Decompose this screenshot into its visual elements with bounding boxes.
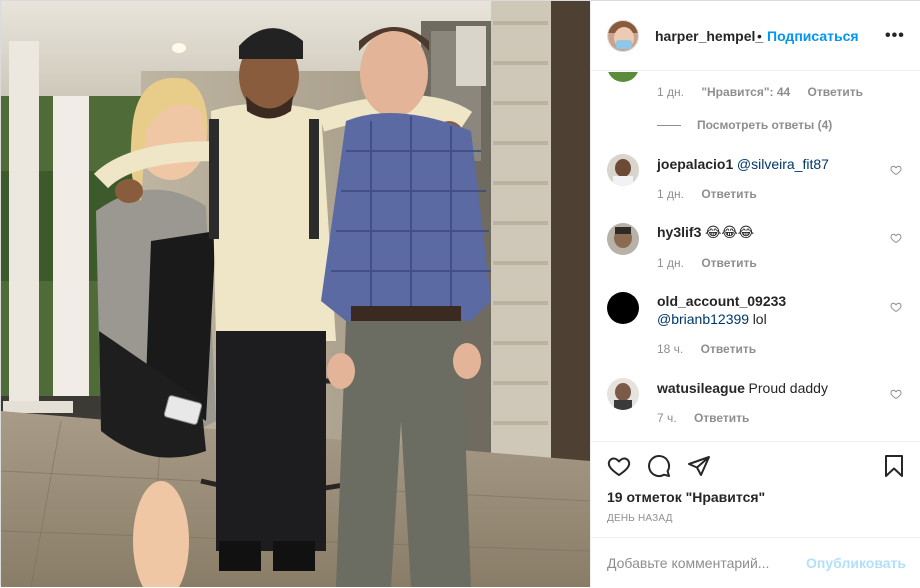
- comment-like-icon[interactable]: [890, 301, 902, 313]
- comment-icon[interactable]: [647, 454, 671, 478]
- comment-avatar[interactable]: [607, 154, 639, 186]
- heart-icon[interactable]: [607, 454, 631, 478]
- comment-like-icon[interactable]: [890, 164, 902, 176]
- replies-line-divider: [657, 125, 681, 127]
- comment-username[interactable]: joepalacio1: [657, 156, 733, 172]
- post-header: harper_hempel_ • Подписаться •••: [591, 1, 920, 71]
- comment-body: old_account_09233: [657, 293, 786, 309]
- comment-meta: 7 ч. Ответить: [657, 411, 749, 425]
- reply-button[interactable]: Ответить: [701, 256, 756, 270]
- author-avatar[interactable]: [607, 20, 639, 52]
- view-replies-label: Посмотреть ответы (4): [697, 118, 833, 132]
- comment-input[interactable]: [607, 552, 797, 574]
- comments-panel: harper_hempel_ • Подписаться ••• 1 дн. "…: [590, 1, 920, 587]
- comment-username[interactable]: watusileague: [657, 380, 745, 396]
- share-icon[interactable]: [687, 454, 711, 478]
- comment-time: 7 ч.: [657, 411, 677, 425]
- comment-avatar-image: [607, 154, 639, 186]
- post-dialog: harper_hempel_ • Подписаться ••• 1 дн. "…: [0, 0, 920, 587]
- comment-list: 1 дн. "Нравится": 44 Ответить Посмотреть…: [591, 72, 920, 440]
- post-photo: [1, 1, 590, 587]
- reply-button[interactable]: Ответить: [701, 342, 756, 356]
- comment-text: Proud daddy: [748, 380, 828, 396]
- comment-mention[interactable]: @silveira_fit87: [737, 156, 829, 172]
- comment-avatar-image: [607, 223, 639, 255]
- comment-meta: 1 дн. Ответить: [657, 256, 757, 270]
- comment-avatar-image: [607, 72, 639, 82]
- likes-count[interactable]: 19 отметок "Нравится": [607, 489, 765, 505]
- author-username[interactable]: harper_hempel_: [655, 28, 763, 44]
- comment-avatar[interactable]: [607, 292, 639, 324]
- publish-button[interactable]: Опубликовать: [806, 555, 906, 571]
- comment-text: 😂😂😂: [704, 224, 755, 240]
- follow-button[interactable]: Подписаться: [767, 28, 859, 44]
- comment-avatar[interactable]: [607, 72, 639, 82]
- photo-image: [1, 1, 590, 587]
- view-replies-button[interactable]: Посмотреть ответы (4): [657, 118, 832, 132]
- comment-meta: 1 дн. Ответить: [657, 187, 757, 201]
- more-options-icon[interactable]: •••: [885, 27, 905, 45]
- author-avatar-image: [608, 21, 638, 51]
- add-comment-bar: Опубликовать: [591, 537, 920, 588]
- header-separator: •: [757, 28, 762, 44]
- comment-time: 1 дн.: [657, 256, 684, 270]
- comment-avatar[interactable]: [607, 378, 639, 410]
- comment-time: 1 дн.: [657, 85, 684, 99]
- comment-username[interactable]: old_account_09233: [657, 293, 786, 309]
- comment-body: hy3lif3 😂😂😂: [657, 224, 754, 241]
- comment-likes[interactable]: "Нравится": 44: [701, 85, 790, 99]
- reply-button[interactable]: Ответить: [701, 187, 756, 201]
- comment-username[interactable]: hy3lif3: [657, 224, 701, 240]
- comment-body: joepalacio1 @silveira_fit87: [657, 156, 829, 172]
- comment-meta: 18 ч. Ответить: [657, 342, 756, 356]
- comment-meta: 1 дн. "Нравится": 44 Ответить: [657, 85, 863, 99]
- comment-body: watusileague Proud daddy: [657, 380, 828, 396]
- comment-like-icon[interactable]: [890, 388, 902, 400]
- comment-time: 1 дн.: [657, 187, 684, 201]
- comment-time: 18 ч.: [657, 342, 684, 356]
- comment-text: lol: [752, 311, 767, 327]
- comment-avatar-image: [607, 378, 639, 410]
- post-actions: 19 отметок "Нравится" ДЕНЬ НАЗАД Опублик…: [591, 441, 920, 587]
- comment-like-icon[interactable]: [890, 232, 902, 244]
- reply-button[interactable]: Ответить: [694, 411, 749, 425]
- comment-avatar[interactable]: [607, 223, 639, 255]
- bookmark-icon[interactable]: [882, 454, 906, 478]
- comment-mention[interactable]: @brianb12399: [657, 311, 749, 327]
- post-date[interactable]: ДЕНЬ НАЗАД: [607, 513, 673, 524]
- reply-button[interactable]: Ответить: [808, 85, 863, 99]
- comment-body-line2: @brianb12399 lol: [657, 311, 767, 327]
